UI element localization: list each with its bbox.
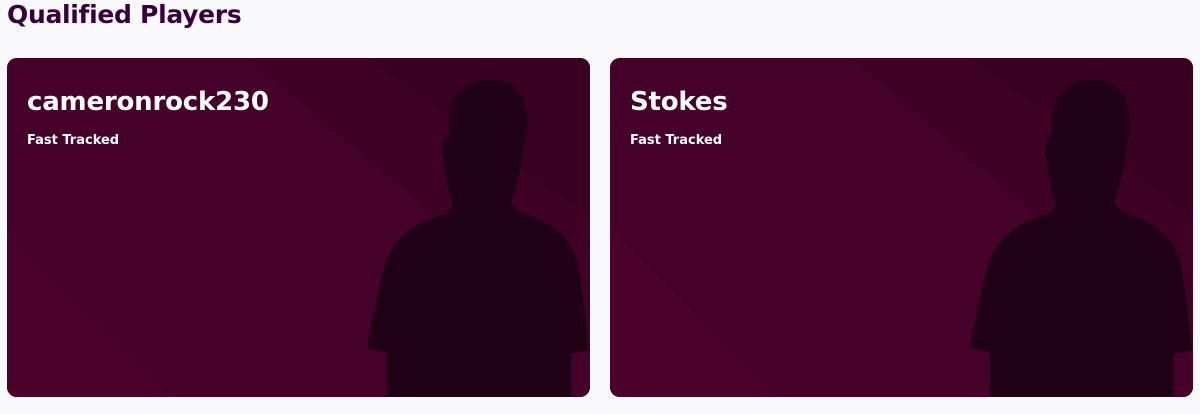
- player-card[interactable]: cameronrock230 Fast Tracked: [7, 58, 590, 397]
- player-name: cameronrock230: [27, 87, 269, 117]
- qualified-players-page: Qualified Players cameronrock230 Fast Tr…: [0, 0, 1200, 414]
- player-silhouette-icon: [970, 79, 1192, 397]
- player-status: Fast Tracked: [630, 133, 723, 148]
- section-title: Qualified Players: [7, 0, 242, 29]
- player-name: Stokes: [630, 87, 728, 117]
- player-status: Fast Tracked: [27, 133, 120, 148]
- player-card[interactable]: Stokes Fast Tracked: [610, 58, 1193, 397]
- player-cards: cameronrock230 Fast Tracked Stokes Fast …: [7, 58, 1193, 397]
- player-silhouette-icon: [367, 79, 589, 397]
